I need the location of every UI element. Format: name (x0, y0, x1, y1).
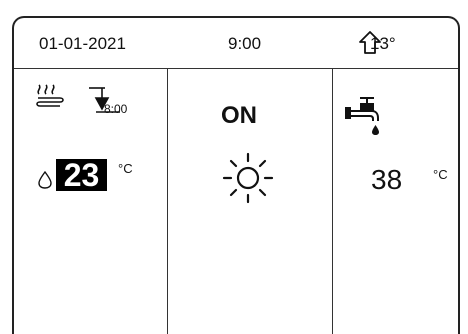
header-divider (14, 68, 458, 69)
time-display: 9:00 (228, 34, 262, 53)
hot-water-temp[interactable]: 38 (371, 164, 402, 196)
date-display: 01-01-2021 (39, 34, 126, 53)
schedule-time: 8:00 (104, 102, 128, 116)
hot-water-unit: °C (433, 167, 448, 182)
outdoor-temp: 13° (370, 34, 396, 53)
sun-icon[interactable] (220, 150, 276, 206)
zone-setpoint[interactable]: 23 (56, 156, 107, 194)
column-divider (167, 69, 168, 334)
floor-heating-icon (36, 84, 64, 107)
droplet-icon (38, 171, 52, 189)
zone-unit: °C (118, 161, 133, 176)
controller-screen: 01-01-2021 9:00 13° 8:00 23 °C ON 38 °C (12, 16, 460, 334)
status-header: 01-01-2021 9:00 13° (14, 18, 458, 68)
column-divider (332, 69, 333, 334)
water-tap-icon (345, 97, 379, 135)
power-status[interactable]: ON (221, 102, 257, 130)
zone-icon-group (36, 84, 120, 113)
